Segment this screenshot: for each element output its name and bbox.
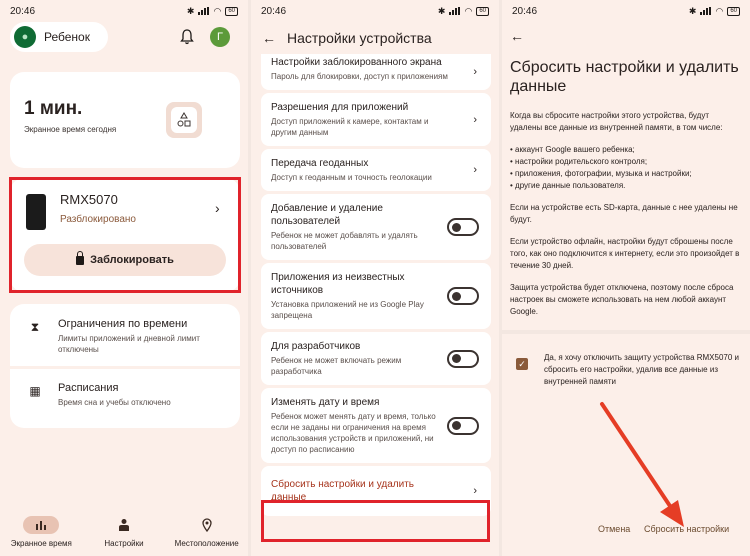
confirm-reset-button[interactable]: Сбросить настройки bbox=[644, 524, 729, 534]
settings-item-desc: Ребенок не может добавлять и удалять пол… bbox=[271, 231, 418, 251]
settings-item-title: Для разработчиков bbox=[271, 341, 361, 352]
status-icons: ✱ ◠ 60 bbox=[187, 6, 238, 17]
settings-item-desc: Установка приложений не из Google Play з… bbox=[271, 300, 424, 320]
limits-subtitle: Лимиты приложений и дневной лимит отключ… bbox=[58, 334, 200, 354]
chevron-right-icon: › bbox=[473, 66, 477, 78]
card-divider bbox=[10, 366, 240, 369]
chevron-right-icon: › bbox=[473, 164, 477, 176]
hourglass-icon: ⧗ bbox=[30, 320, 40, 334]
device-settings-screen: 20:46 ✱ ◠ 60 ← Настройки устройства Наст… bbox=[251, 0, 499, 556]
location-pin-icon bbox=[202, 516, 212, 534]
status-time: 20:46 bbox=[261, 5, 287, 17]
bluetooth-icon: ✱ bbox=[186, 5, 195, 16]
screen-time-card[interactable]: 1 мин. Экранное время сегодня bbox=[10, 72, 240, 168]
nav-label-settings: Настройки bbox=[104, 539, 144, 548]
nav-screen-time[interactable]: Экранное время bbox=[0, 508, 83, 556]
settings-item-date-time: Изменять дату и время Ребенок может меня… bbox=[261, 388, 491, 463]
status-time: 20:46 bbox=[10, 5, 36, 17]
schedules-title: Расписания bbox=[58, 382, 119, 394]
settings-item-desc: Пароль для блокировки, доступ к приложен… bbox=[271, 72, 448, 81]
developer-toggle[interactable] bbox=[447, 349, 479, 368]
battery-icon: 60 bbox=[476, 6, 489, 16]
schedules-subtitle: Время сна и учебы отключено bbox=[58, 398, 171, 407]
settings-item-title: Изменять дату и время bbox=[271, 397, 380, 408]
settings-item-desc: Доступ приложений к камере, контактам и … bbox=[271, 117, 429, 137]
highlight-frame-reset bbox=[261, 500, 490, 542]
settings-item-desc: Ребенок может менять дату и время, тольк… bbox=[271, 412, 436, 454]
settings-item-users: Добавление и удаление пользователей Ребе… bbox=[261, 194, 491, 260]
unknown-sources-toggle[interactable] bbox=[447, 287, 479, 305]
battery-icon: 60 bbox=[225, 6, 238, 16]
bell-icon[interactable] bbox=[180, 29, 194, 45]
status-bar: 20:46 ✱ ◠ 60 bbox=[251, 0, 499, 22]
person-settings-icon bbox=[118, 516, 130, 534]
calendar-icon: ▦ bbox=[29, 384, 41, 398]
dialog-actions: Отмена Сбросить настройки bbox=[502, 524, 750, 540]
settings-item-location-sharing[interactable]: Передача геоданных Доступ к геоданным и … bbox=[261, 149, 491, 191]
bar-chart-icon bbox=[23, 516, 60, 534]
signal-icon bbox=[449, 7, 461, 15]
settings-list: Настройки заблокированного экрана Пароль… bbox=[261, 54, 491, 519]
settings-item-developer: Для разработчиков Ребенок не может включ… bbox=[261, 332, 491, 385]
nav-settings[interactable]: Настройки bbox=[83, 508, 166, 556]
screen-time-caption: Экранное время сегодня bbox=[24, 125, 117, 134]
nav-location[interactable]: Местоположение bbox=[165, 508, 248, 556]
wifi-icon: ◠ bbox=[464, 5, 473, 16]
limits-title: Ограничения по времени bbox=[58, 318, 188, 330]
nav-label-screen-time: Экранное время bbox=[10, 539, 72, 548]
settings-item-lock-screen[interactable]: Настройки заблокированного экрана Пароль… bbox=[261, 54, 491, 90]
back-arrow-icon[interactable]: ← bbox=[251, 30, 287, 46]
apps-shapes-icon bbox=[166, 102, 202, 138]
settings-item-desc: Ребенок не может включать режим разработ… bbox=[271, 356, 402, 376]
highlight-frame-device bbox=[9, 177, 241, 293]
red-arrow-annotation bbox=[600, 402, 684, 527]
time-limits-row[interactable]: ⧗ Ограничения по времени Лимиты приложен… bbox=[10, 304, 240, 362]
wifi-icon: ◠ bbox=[213, 5, 222, 16]
child-switcher[interactable]: ● Ребенок bbox=[10, 22, 108, 52]
users-toggle[interactable] bbox=[447, 218, 479, 236]
cancel-button[interactable]: Отмена bbox=[598, 524, 630, 534]
settings-item-app-permissions[interactable]: Разрешения для приложений Доступ приложе… bbox=[261, 93, 491, 146]
page-title: Настройки устройства bbox=[287, 30, 432, 46]
chevron-right-icon: › bbox=[473, 485, 477, 497]
chevron-right-icon: › bbox=[473, 113, 477, 126]
bluetooth-icon: ✱ bbox=[437, 5, 446, 16]
child-avatar-icon: ● bbox=[14, 26, 36, 48]
schedules-row[interactable]: ▦ Расписания Время сна и учебы отключено bbox=[10, 368, 240, 426]
status-icons: ✱ ◠ 60 bbox=[438, 6, 489, 17]
top-app-bar: ← Настройки устройства bbox=[251, 22, 499, 54]
account-avatar[interactable]: Г bbox=[210, 27, 230, 47]
bottom-navigation: Экранное время Настройки Местоположение bbox=[0, 508, 248, 556]
nav-label-location: Местоположение bbox=[174, 539, 239, 548]
settings-item-title: Настройки заблокированного экрана bbox=[271, 57, 442, 68]
signal-icon bbox=[198, 7, 210, 15]
date-time-toggle[interactable] bbox=[447, 416, 479, 435]
settings-item-title: Добавление и удаление пользователей bbox=[271, 203, 383, 227]
child-name: Ребенок bbox=[44, 30, 90, 44]
settings-item-unknown-sources: Приложения из неизвестных источников Уст… bbox=[261, 263, 491, 329]
settings-item-title: Приложения из неизвестных источников bbox=[271, 272, 405, 296]
reset-confirm-screen: 20:46 ✱ ◠ 60 ← Сбросить настройки и удал… bbox=[502, 0, 750, 556]
screen-time-value: 1 мин. bbox=[24, 98, 83, 119]
settings-item-title: Разрешения для приложений bbox=[271, 102, 409, 113]
family-link-home-screen: 20:46 ✱ ◠ 60 ● Ребенок Г 1 мин. Экранное… bbox=[0, 0, 248, 556]
settings-item-title: Передача геоданных bbox=[271, 158, 369, 169]
settings-item-desc: Доступ к геоданным и точность геолокации bbox=[271, 173, 432, 182]
status-bar: 20:46 ✱ ◠ 60 bbox=[0, 0, 248, 22]
